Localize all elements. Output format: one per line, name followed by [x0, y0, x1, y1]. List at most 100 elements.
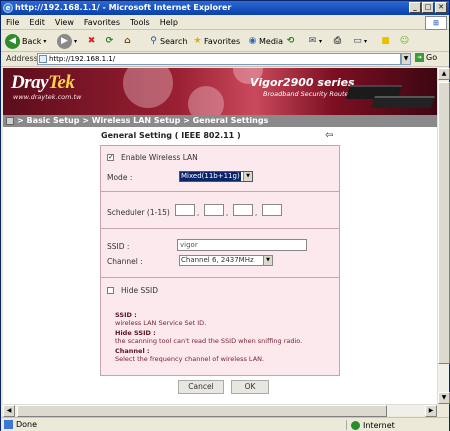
vertical-scrollbar[interactable]: ▲ ▼ [437, 68, 450, 404]
draytek-logo: DrayTek [11, 72, 75, 93]
status-text: Done [16, 420, 38, 429]
menu-edit[interactable]: Edit [24, 16, 50, 30]
messenger-icon: ☺ [399, 36, 410, 46]
status-done: Done [4, 420, 37, 429]
scroll-up-icon[interactable]: ▲ [438, 68, 450, 80]
header-banner: DrayTek www.draytek.com.tw Vigor2900 ser… [3, 68, 437, 115]
mail-button[interactable]: ✉ ▾ [306, 33, 322, 50]
home-button[interactable]: ⌂ [121, 33, 134, 50]
window-title: http://192.168.1.1/ - Microsoft Internet… [15, 3, 232, 12]
menu-tools[interactable]: Tools [125, 16, 155, 30]
menu-help[interactable]: Help [155, 16, 183, 30]
back-button[interactable]: ◀ Back ▾ [5, 33, 46, 50]
ssid-input[interactable]: vigor [177, 239, 307, 251]
history-icon: ⟲ [286, 36, 295, 46]
forward-arrow-icon: ▶ [57, 34, 72, 49]
media-button[interactable]: ◉ Media [246, 33, 283, 50]
forward-dropdown-icon[interactable]: ▾ [74, 38, 77, 45]
mail-dropdown-icon[interactable]: ▾ [319, 38, 322, 45]
stop-button[interactable]: ✖ [85, 33, 98, 50]
edit-button[interactable]: ▭ ▾ [351, 33, 367, 50]
favorites-star-icon: ★ [193, 36, 202, 46]
scheduler-input-3[interactable] [233, 204, 253, 216]
draytek-url: www.draytek.com.tw [13, 93, 82, 101]
channel-label: Channel : [107, 257, 143, 266]
media-icon: ◉ [248, 36, 257, 46]
scheduler-input-4[interactable] [262, 204, 282, 216]
flower-decoration [123, 68, 173, 108]
scroll-thumb[interactable] [438, 82, 450, 364]
favorites-button[interactable]: ★ Favorites [191, 33, 240, 50]
menu-view[interactable]: View [50, 16, 79, 30]
toolbar: ◀ Back ▾ ▶ ▾ ✖ ⟳ ⌂ ⚲ Search ★ Favorites … [1, 31, 449, 52]
address-url: http://192.168.1.1/ [49, 55, 116, 63]
ssid-label: SSID : [107, 242, 130, 251]
scroll-left-icon[interactable]: ◀ [3, 405, 15, 417]
menu-file[interactable]: File [1, 16, 24, 30]
mail-icon: ✉ [308, 36, 317, 46]
back-dropdown-icon[interactable]: ▾ [43, 38, 46, 45]
mode-select[interactable]: Mixed(11b+11g) ▼ [179, 171, 253, 182]
favorites-label: Favorites [204, 37, 241, 46]
note-channel: Channel : Select the frequency channel of… [115, 347, 265, 363]
address-bar: Address http://192.168.1.1/ ▼ ➜ Go [1, 52, 449, 67]
search-icon: ⚲ [150, 36, 157, 46]
search-label: Search [160, 37, 188, 46]
hide-ssid-checkbox[interactable] [107, 287, 114, 294]
menu-favorites[interactable]: Favorites [79, 16, 125, 30]
go-arrow-icon: ➜ [415, 53, 424, 62]
close-button[interactable]: ✕ [435, 2, 447, 13]
discuss-button[interactable]: ■ [379, 33, 392, 50]
divider [101, 277, 339, 278]
cancel-button[interactable]: Cancel [178, 380, 224, 394]
scheduler-separator: , [255, 209, 258, 217]
horizontal-scrollbar[interactable]: ◀ ▶ [3, 404, 437, 417]
browser-window: e http://192.168.1.1/ - Microsoft Intern… [0, 0, 450, 431]
print-button[interactable]: ⎙ [331, 33, 344, 50]
history-button[interactable]: ⟲ [284, 33, 297, 50]
forward-button[interactable]: ▶ ▾ [57, 33, 77, 50]
go-label: Go [426, 53, 438, 62]
breadcrumb-text: > Basic Setup > Wireless LAN Setup > Gen… [17, 116, 269, 125]
security-zone: Internet [346, 420, 395, 430]
ok-button[interactable]: OK [231, 380, 269, 394]
router-image [371, 96, 435, 108]
channel-select[interactable]: Channel 6, 2437MHz ▼ [179, 255, 273, 266]
settings-panel: ✓ Enable Wireless LAN Mode : Mixed(11b+1… [100, 145, 340, 376]
enable-wireless-label: Enable Wireless LAN [121, 153, 198, 162]
search-button[interactable]: ⚲ Search [147, 33, 187, 50]
flower-decoration [188, 86, 224, 115]
page-done-icon [4, 420, 13, 429]
refresh-button[interactable]: ⟳ [103, 33, 116, 50]
scroll-thumb[interactable] [17, 405, 387, 417]
enable-wireless-checkbox[interactable]: ✓ [107, 154, 114, 161]
page-title: General Setting ( IEEE 802.11 ) [101, 131, 241, 140]
refresh-icon: ⟳ [105, 36, 114, 46]
note-hide-ssid: Hide SSID : the scanning tool can't read … [115, 329, 303, 345]
edit-icon: ▭ [353, 36, 362, 46]
scheduler-input-1[interactable] [175, 204, 195, 216]
back-arrow-icon[interactable]: ⇦ [325, 130, 333, 141]
menu-bar: File Edit View Favorites Tools Help [1, 16, 449, 30]
address-input[interactable]: http://192.168.1.1/ [37, 53, 401, 65]
scroll-down-icon[interactable]: ▼ [438, 392, 450, 404]
back-label: Back [22, 37, 42, 46]
maximize-button[interactable]: □ [422, 2, 434, 13]
messenger-button[interactable]: ☺ [398, 33, 411, 50]
minimize-button[interactable]: _ [409, 2, 421, 13]
home-icon[interactable] [6, 117, 14, 125]
media-label: Media [259, 37, 284, 46]
go-button[interactable]: ➜ Go [415, 53, 437, 62]
scheduler-separator: , [197, 209, 200, 217]
product-subtitle: Broadband Security Router [263, 90, 352, 98]
edit-dropdown-icon[interactable]: ▾ [364, 38, 367, 45]
address-dropdown-icon[interactable]: ▼ [401, 53, 411, 65]
scheduler-input-2[interactable] [204, 204, 224, 216]
title-bar: e http://192.168.1.1/ - Microsoft Intern… [1, 1, 449, 15]
scheduler-separator: , [226, 209, 229, 217]
internet-globe-icon [351, 420, 360, 430]
scroll-right-icon[interactable]: ▶ [425, 405, 437, 417]
scheduler-label: Scheduler (1-15) [107, 208, 170, 217]
discuss-icon: ■ [381, 36, 390, 46]
mode-value: Mixed(11b+11g) [180, 172, 241, 181]
